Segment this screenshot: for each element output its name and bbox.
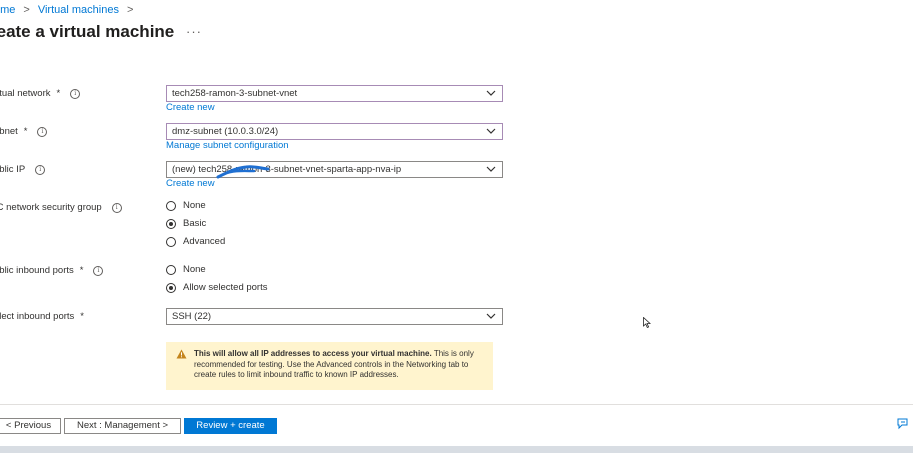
radio-label: None bbox=[183, 200, 206, 211]
inbound-option-allow-selected[interactable]: Allow selected ports bbox=[166, 282, 267, 293]
next-management-button[interactable]: Next : Management > bbox=[64, 418, 181, 434]
create-new-vnet-link[interactable]: Create new bbox=[166, 102, 215, 113]
warning-message: This will allow all IP addresses to acce… bbox=[166, 342, 493, 390]
select-inbound-ports-label: elect inbound ports * bbox=[0, 311, 84, 322]
info-icon[interactable]: i bbox=[37, 126, 48, 137]
public-inbound-ports-label: ublic inbound ports * i bbox=[0, 265, 104, 276]
feedback-icon[interactable] bbox=[896, 418, 910, 430]
select-inbound-ports-label-text: elect inbound ports bbox=[0, 311, 75, 322]
required-asterisk: * bbox=[80, 311, 84, 322]
virtual-network-dropdown[interactable]: tech258-ramon-3-subnet-vnet bbox=[166, 85, 503, 102]
info-icon[interactable]: i bbox=[70, 88, 81, 99]
nsg-option-advanced[interactable]: Advanced bbox=[166, 236, 225, 247]
subnet-value: dmz-subnet (10.0.3.0/24) bbox=[172, 126, 279, 137]
radio-label: None bbox=[183, 264, 206, 275]
required-asterisk: * bbox=[56, 88, 61, 99]
subnet-label: ubnet * i bbox=[0, 126, 48, 137]
breadcrumb-separator: > bbox=[126, 4, 134, 16]
radio-label: Allow selected ports bbox=[183, 282, 268, 293]
pen-annotation-icon bbox=[216, 165, 270, 179]
required-asterisk: * bbox=[23, 126, 28, 137]
radio-button-selected[interactable] bbox=[166, 282, 176, 293]
public-ip-value: (new) tech258-ramon-3-subnet-vnet-sparta… bbox=[172, 164, 402, 175]
required-asterisk: * bbox=[79, 265, 84, 276]
info-icon[interactable]: i bbox=[35, 164, 46, 175]
nsg-option-none[interactable]: None bbox=[166, 200, 206, 211]
chevron-down-icon bbox=[486, 124, 496, 134]
virtual-network-label-text: irtual network bbox=[0, 88, 51, 99]
info-icon[interactable]: i bbox=[93, 265, 104, 276]
chevron-down-icon bbox=[486, 162, 496, 172]
select-inbound-ports-value: SSH (22) bbox=[172, 311, 212, 322]
more-options-icon[interactable]: ··· bbox=[186, 24, 202, 39]
bottom-bar bbox=[0, 446, 913, 453]
review-create-button[interactable]: Review + create bbox=[184, 418, 277, 434]
nsg-option-basic[interactable]: Basic bbox=[166, 218, 206, 229]
chevron-down-icon bbox=[486, 309, 496, 319]
breadcrumb-virtual-machines[interactable]: Virtual machines bbox=[38, 4, 119, 16]
select-inbound-ports-dropdown[interactable]: SSH (22) bbox=[166, 308, 503, 325]
footer-divider bbox=[0, 404, 913, 405]
breadcrumb: ome > Virtual machines > bbox=[0, 4, 133, 16]
radio-button[interactable] bbox=[166, 236, 176, 247]
warning-bold-text: This will allow all IP addresses to acce… bbox=[194, 349, 432, 358]
create-new-public-ip-link[interactable]: Create new bbox=[166, 178, 215, 189]
nic-nsg-label-text: IC network security group bbox=[0, 202, 102, 213]
virtual-network-label: irtual network * i bbox=[0, 88, 81, 99]
info-icon[interactable]: i bbox=[111, 202, 122, 213]
manage-subnet-configuration-link[interactable]: Manage subnet configuration bbox=[166, 140, 289, 151]
page-title: reate a virtual machine bbox=[0, 22, 175, 41]
inbound-option-none[interactable]: None bbox=[166, 264, 206, 275]
radio-button-selected[interactable] bbox=[166, 218, 176, 229]
virtual-network-value: tech258-ramon-3-subnet-vnet bbox=[172, 88, 298, 99]
breadcrumb-separator: > bbox=[23, 4, 30, 16]
public-ip-label-text: ublic IP bbox=[0, 164, 26, 175]
previous-button[interactable]: < Previous bbox=[0, 418, 61, 434]
chevron-down-icon bbox=[486, 86, 496, 96]
breadcrumb-home[interactable]: ome bbox=[0, 4, 15, 16]
radio-button[interactable] bbox=[166, 200, 176, 211]
mouse-cursor-icon bbox=[643, 317, 651, 329]
public-inbound-ports-label-text: ublic inbound ports bbox=[0, 265, 74, 276]
radio-label: Basic bbox=[183, 218, 207, 229]
radio-label: Advanced bbox=[183, 236, 226, 247]
radio-button[interactable] bbox=[166, 264, 176, 275]
subnet-label-text: ubnet bbox=[0, 126, 18, 137]
subnet-dropdown[interactable]: dmz-subnet (10.0.3.0/24) bbox=[166, 123, 503, 140]
warning-icon bbox=[176, 349, 187, 359]
public-ip-label: ublic IP i bbox=[0, 164, 46, 175]
nic-nsg-label: IC network security group i bbox=[0, 202, 122, 213]
